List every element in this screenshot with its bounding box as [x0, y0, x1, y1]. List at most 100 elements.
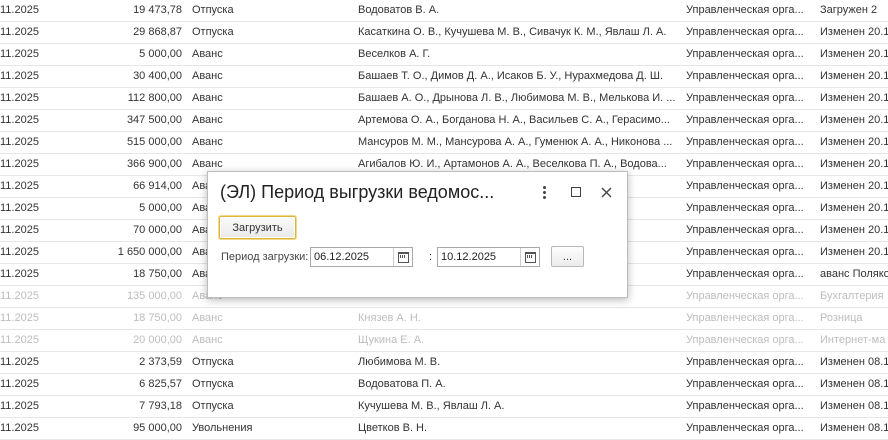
table-row[interactable]: 11.2025 515 000,00 Аванс Мансуров М. М., Ма…	[0, 132, 888, 154]
organization-cell: Управленческая орга...	[686, 334, 804, 346]
sum-cell: 19 473,78	[133, 4, 182, 16]
date-cell: 11.2025	[0, 158, 39, 170]
date-cell: 11.2025	[0, 312, 39, 324]
organization-cell: Управленческая орга...	[686, 26, 804, 38]
type-cell: Аванс	[192, 48, 223, 60]
sum-cell: 20 000,00	[133, 334, 182, 346]
date-cell: 11.2025	[0, 26, 39, 38]
sum-cell: 5 000,00	[139, 48, 182, 60]
sum-cell: 347 500,00	[126, 114, 182, 126]
type-cell: Отпуска	[192, 378, 234, 390]
date-cell: 11.2025	[0, 202, 39, 214]
organization-cell: Управленческая орга...	[686, 224, 804, 236]
type-cell: Отпуска	[192, 26, 234, 38]
table-row[interactable]: 11.2025 7 793,18 Отпуска Кучушева М. В., Яв…	[0, 396, 888, 418]
organization-cell: Управленческая орга...	[686, 312, 804, 324]
organization-cell: Управленческая орга...	[686, 290, 804, 302]
sum-cell: 29 868,87	[133, 26, 182, 38]
load-button[interactable]: Загрузить	[219, 216, 296, 239]
table-row[interactable]: 11.2025 347 500,00 Аванс Артемова О. А., Бо…	[0, 110, 888, 132]
type-cell: Аванс	[192, 70, 223, 82]
sum-cell: 7 793,18	[139, 400, 182, 412]
sum-cell: 95 000,00	[133, 422, 182, 434]
date-cell: 11.2025	[0, 334, 39, 346]
table-row[interactable]: 11.2025 2 373,59 Отпуска Любимова М. В. Упра…	[0, 352, 888, 374]
status-cell: Изменен 20.1	[820, 224, 888, 236]
status-cell: Изменен 08.1	[820, 422, 888, 434]
table-row[interactable]: 11.2025 5 000,00 Аванс Веселков А. Г. Управл…	[0, 44, 888, 66]
date-from-value: 06.12.2025	[314, 251, 370, 263]
table-row[interactable]: 11.2025 19 473,78 Отпуска Водоватов В. А. Уп…	[0, 0, 888, 22]
table-row[interactable]: 11.2025 18 750,00 Аванс Князев А. Н. Управле…	[0, 308, 888, 330]
employees-cell: Артемова О. А., Богданова Н. А., Василье…	[358, 114, 670, 126]
organization-cell: Управленческая орга...	[686, 136, 804, 148]
sum-cell: 1 650 000,00	[117, 246, 182, 258]
date-cell: 11.2025	[0, 224, 39, 236]
calendar-icon[interactable]	[393, 248, 412, 266]
employees-cell: Водоватова П. А.	[358, 378, 446, 390]
date-separator: :	[429, 251, 433, 263]
type-cell: Аванс	[192, 114, 223, 126]
status-cell: Изменен 20.1	[820, 246, 888, 258]
date-from-field[interactable]: 06.12.2025	[310, 247, 413, 267]
dialog-title: (ЭЛ) Период выгрузки ведомос...	[220, 182, 495, 202]
table-row[interactable]: 11.2025 30 400,00 Аванс Башаев Т. О., Димов…	[0, 66, 888, 88]
date-cell: 11.2025	[0, 378, 39, 390]
maximize-icon[interactable]	[568, 183, 584, 201]
date-cell: 11.2025	[0, 268, 39, 280]
period-dialog: (ЭЛ) Период выгрузки ведомос... Загрузит…	[207, 171, 628, 298]
more-menu-icon[interactable]	[536, 183, 552, 201]
organization-cell: Управленческая орга...	[686, 356, 804, 368]
status-cell: Изменен 20.1	[820, 158, 888, 170]
status-cell: Бухгалтерия	[820, 290, 884, 302]
employees-cell: Щукина Е. А.	[358, 334, 425, 346]
employees-cell: Башаев А. О., Дрынова Л. В., Любимова М.…	[358, 92, 676, 104]
close-icon[interactable]	[598, 183, 614, 201]
employees-cell: Водоватов В. А.	[358, 4, 440, 16]
sum-cell: 66 914,00	[133, 180, 182, 192]
type-cell: Аванс	[192, 136, 223, 148]
employees-cell: Башаев Т. О., Димов Д. А., Исаков Б. У.,…	[358, 70, 664, 82]
type-cell: Отпуска	[192, 4, 234, 16]
date-cell: 11.2025	[0, 70, 39, 82]
sum-cell: 112 800,00	[127, 92, 182, 104]
employees-cell: Кучушева М. В., Явлаш Л. А.	[358, 400, 505, 412]
employees-cell: Мансуров М. М., Мансурова А. А., Гуменюк…	[358, 136, 673, 148]
sum-cell: 366 900,00	[126, 158, 182, 170]
sum-cell: 18 750,00	[133, 268, 182, 280]
date-cell: 11.2025	[0, 400, 39, 412]
employees-cell: Князев А. Н.	[358, 312, 421, 324]
date-cell: 11.2025	[0, 92, 39, 104]
employees-cell: Цветков В. Н.	[358, 422, 428, 434]
organization-cell: Управленческая орга...	[686, 70, 804, 82]
table-row[interactable]: 11.2025 20 000,00 Аванс Щукина Е. А. Управле…	[0, 330, 888, 352]
status-cell: Изменен 20.1	[820, 136, 888, 148]
status-cell: Изменен 20.1	[820, 180, 888, 192]
date-to-field[interactable]: 10.12.2025	[437, 247, 540, 267]
sum-cell: 2 373,59	[139, 356, 182, 368]
status-cell: Изменен 20.1	[820, 114, 888, 126]
status-cell: Изменен 20.1	[820, 48, 888, 60]
date-cell: 11.2025	[0, 290, 39, 302]
organization-cell: Управленческая орга...	[686, 422, 804, 434]
table-row[interactable]: 11.2025 95 000,00 Увольнения Цветков В. Н. У…	[0, 418, 888, 440]
organization-cell: Управленческая орга...	[686, 400, 804, 412]
type-cell: Аванс	[192, 334, 223, 346]
date-cell: 11.2025	[0, 136, 39, 148]
organization-cell: Управленческая орга...	[686, 114, 804, 126]
type-cell: Аванс	[192, 312, 223, 324]
table-row[interactable]: 11.2025 6 825,57 Отпуска Водоватова П. А. Уп…	[0, 374, 888, 396]
table-row[interactable]: 11.2025 112 800,00 Аванс Башаев А. О., Дрын…	[0, 88, 888, 110]
status-cell: Изменен 08.1	[820, 356, 888, 368]
status-cell: Изменен 20.1	[820, 70, 888, 82]
calendar-icon[interactable]	[520, 248, 539, 266]
date-cell: 11.2025	[0, 422, 39, 434]
date-cell: 11.2025	[0, 48, 39, 60]
organization-cell: Управленческая орга...	[686, 180, 804, 192]
status-cell: Изменен 20.1	[820, 26, 888, 38]
date-cell: 11.2025	[0, 114, 39, 126]
table-row[interactable]: 11.2025 29 868,87 Отпуска Касаткина О. В., …	[0, 22, 888, 44]
select-period-button[interactable]: ...	[551, 246, 584, 267]
date-to-value: 10.12.2025	[441, 251, 497, 263]
organization-cell: Управленческая орга...	[686, 158, 804, 170]
